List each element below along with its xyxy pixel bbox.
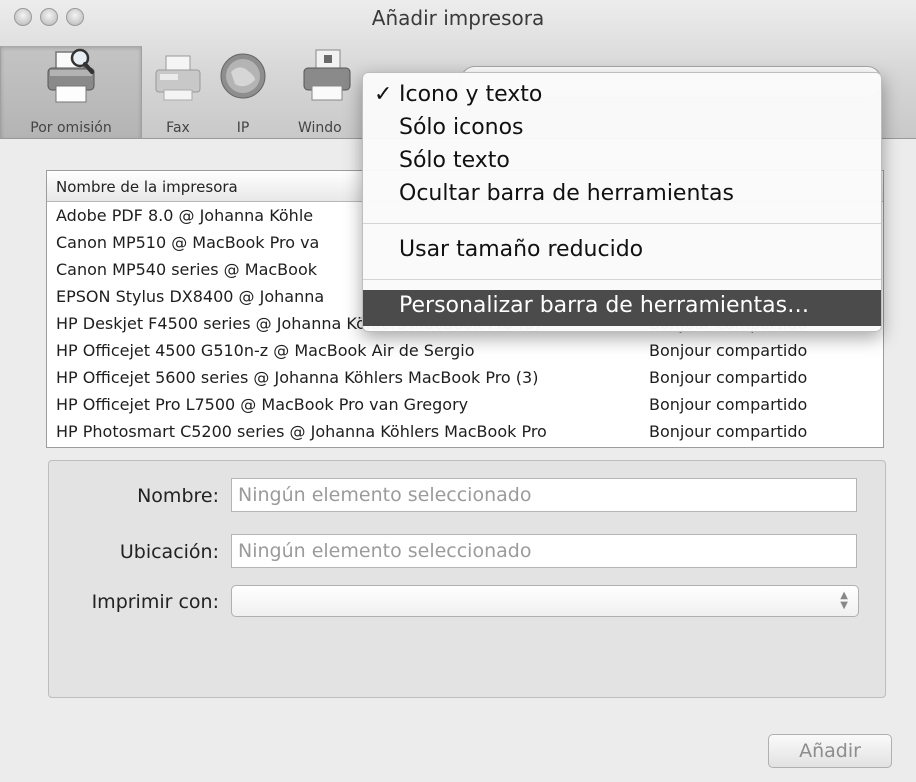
printer-name: HP Officejet 5600 series @ Johanna Köhle… bbox=[56, 368, 539, 387]
printer-kind: Bonjour compartido bbox=[649, 368, 808, 387]
toolbar-label-default: Por omisión bbox=[30, 120, 112, 136]
printer-name: Canon MP540 series @ MacBook bbox=[56, 260, 317, 279]
checkmark-icon: ✓ bbox=[374, 82, 393, 107]
toolbar-context-menu: ✓ Icono y texto Sólo iconos Sólo texto O… bbox=[362, 72, 882, 332]
toolbar-ip-button[interactable]: IP bbox=[214, 46, 272, 138]
name-field[interactable]: Ningún elemento seleccionado bbox=[231, 478, 857, 512]
toolbar-label-ip: IP bbox=[236, 120, 250, 136]
menu-separator bbox=[363, 223, 881, 224]
column-header-name[interactable]: Nombre de la impresora bbox=[56, 178, 238, 196]
location-label: Ubicación: bbox=[119, 541, 219, 563]
printer-name: HP Photosmart C5200 series @ Johanna Köh… bbox=[56, 422, 547, 441]
name-label: Nombre: bbox=[137, 485, 219, 507]
toolbar-label-fax: Fax bbox=[166, 120, 190, 136]
menu-item-label: Personalizar barra de herramientas… bbox=[399, 293, 810, 318]
toolbar-label-windows: Windo bbox=[298, 120, 342, 136]
menu-item-hide-toolbar[interactable]: Ocultar barra de herramientas bbox=[363, 180, 881, 212]
menu-item-customize-toolbar[interactable]: Personalizar barra de herramientas… bbox=[363, 290, 881, 326]
add-button[interactable]: Añadir bbox=[768, 734, 892, 768]
globe-icon bbox=[215, 46, 271, 112]
toolbar-default-button[interactable]: Por omisión bbox=[0, 46, 142, 138]
printer-name: Canon MP510 @ MacBook Pro va bbox=[56, 233, 320, 252]
printer-kind: Bonjour compartido bbox=[649, 422, 808, 441]
printer-magnifier-icon bbox=[42, 46, 100, 112]
menu-item-label: Icono y texto bbox=[399, 82, 543, 107]
printer-name: EPSON Stylus DX8400 @ Johanna bbox=[56, 287, 325, 306]
add-printer-window: Añadir impresora Por omisión Fax IP Wind… bbox=[0, 0, 916, 782]
menu-item-label: Sólo iconos bbox=[399, 115, 524, 140]
menu-item-icons-only[interactable]: Sólo iconos bbox=[363, 114, 881, 146]
menu-item-text-only[interactable]: Sólo texto bbox=[363, 147, 881, 179]
menu-separator bbox=[363, 279, 881, 280]
menu-item-icon-and-text[interactable]: ✓ Icono y texto bbox=[363, 81, 881, 113]
location-field[interactable]: Ningún elemento seleccionado bbox=[231, 534, 857, 568]
table-row[interactable]: HP Officejet Pro L7500 @ MacBook Pro van… bbox=[47, 391, 883, 418]
menu-item-use-small-size[interactable]: Usar tamaño reducido bbox=[363, 236, 881, 268]
printer-kind: Bonjour compartido bbox=[649, 395, 808, 414]
printer-details-form: Nombre: Ningún elemento seleccionado Ubi… bbox=[48, 460, 886, 698]
menu-item-label: Ocultar barra de herramientas bbox=[399, 181, 734, 206]
printer-name: Adobe PDF 8.0 @ Johanna Köhle bbox=[56, 206, 314, 225]
windows-printer-icon bbox=[298, 46, 354, 112]
toolbar-fax-button[interactable]: Fax bbox=[148, 46, 208, 138]
window-title: Añadir impresora bbox=[371, 6, 545, 30]
printer-name: HP Officejet Pro L7500 @ MacBook Pro van… bbox=[56, 395, 469, 414]
printer-name: HP Officejet 4500 G510n-z @ MacBook Air … bbox=[56, 341, 475, 360]
toolbar-windows-button[interactable]: Windo bbox=[290, 46, 362, 138]
printer-kind: Bonjour compartido bbox=[649, 341, 808, 360]
print-with-select[interactable]: ▲ ▼ bbox=[231, 585, 859, 617]
print-with-label: Imprimir con: bbox=[91, 591, 219, 613]
fax-icon bbox=[150, 46, 206, 112]
menu-item-label: Usar tamaño reducido bbox=[399, 237, 644, 262]
up-down-arrows-icon: ▲ ▼ bbox=[840, 590, 848, 611]
table-row[interactable]: HP Officejet 5600 series @ Johanna Köhle… bbox=[47, 364, 883, 391]
menu-item-label: Sólo texto bbox=[399, 148, 510, 173]
table-row[interactable]: HP Photosmart C5200 series @ Johanna Köh… bbox=[47, 418, 883, 445]
table-row[interactable]: HP Officejet 4500 G510n-z @ MacBook Air … bbox=[47, 337, 883, 364]
